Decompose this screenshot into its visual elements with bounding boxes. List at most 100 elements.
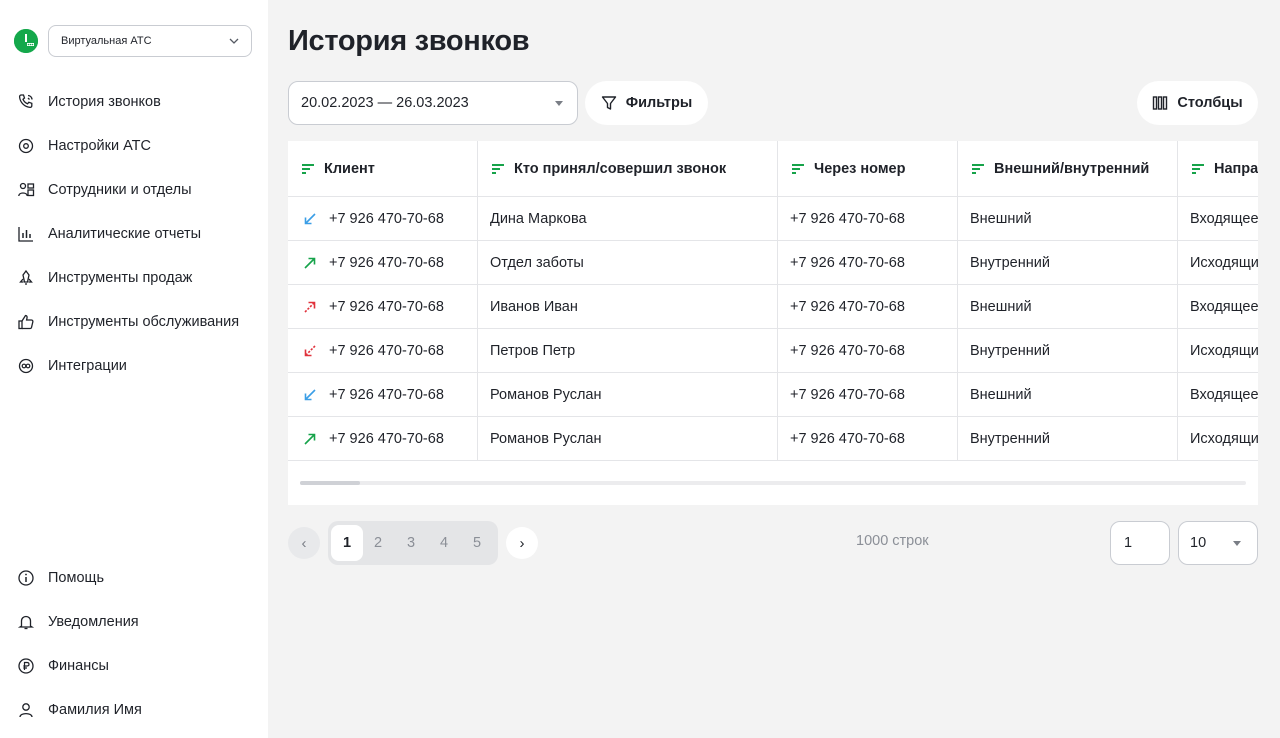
sidebar-item-label: Инструменты обслуживания <box>48 314 240 330</box>
cell-type: Внутренний <box>958 329 1178 372</box>
prev-page-button[interactable]: ‹ <box>288 527 320 559</box>
brand-logo-icon <box>14 29 38 53</box>
incoming-call-icon <box>302 387 318 403</box>
table-row[interactable]: +7 926 470-70-68 Иванов Иван +7 926 470-… <box>288 285 1258 329</box>
sidebar-item-help[interactable]: Помощь <box>16 556 256 600</box>
sidebar-item-label: История звонков <box>48 94 161 110</box>
column-header-label: Клиент <box>324 160 375 177</box>
sidebar-item-label: Инструменты продаж <box>48 270 193 286</box>
cell-direction: Входящее <box>1190 210 1258 227</box>
cell-operator: Отдел заботы <box>478 241 778 284</box>
sidebar-item-finance[interactable]: Финансы <box>16 644 256 688</box>
filters-button[interactable]: Фильтры <box>585 81 708 125</box>
cell-direction: Исходящи <box>1190 254 1258 271</box>
date-range-value: 20.02.2023 — 26.03.2023 <box>301 95 469 111</box>
pbx-selector[interactable]: Виртуальная АТС <box>48 25 252 57</box>
table-row[interactable]: +7 926 470-70-68 Романов Руслан +7 926 4… <box>288 417 1258 461</box>
cell-direction: Входящее <box>1190 386 1258 403</box>
table-row[interactable]: +7 926 470-70-68 Отдел заботы +7 926 470… <box>288 241 1258 285</box>
column-header-via-number[interactable]: Через номер <box>778 141 958 196</box>
cell-type: Внутренний <box>958 241 1178 284</box>
column-header-label: Напра <box>1214 160 1258 177</box>
cell-operator: Романов Руслан <box>478 373 778 416</box>
incoming-call-icon <box>302 211 318 227</box>
columns-icon <box>1153 96 1168 110</box>
sidebar-item-notifications[interactable]: Уведомления <box>16 600 256 644</box>
sidebar-item-label: Фамилия Имя <box>48 702 142 718</box>
columns-button[interactable]: Столбцы <box>1137 81 1258 125</box>
cell-via-number: +7 926 470-70-68 <box>778 197 958 240</box>
table-row[interactable]: +7 926 470-70-68 Романов Руслан +7 926 4… <box>288 373 1258 417</box>
cell-type: Внутренний <box>958 417 1178 460</box>
sidebar-item-label: Аналитические отчеты <box>48 226 202 242</box>
next-page-button[interactable]: › <box>506 527 538 559</box>
settings-gear-icon <box>16 136 36 156</box>
table-row[interactable]: +7 926 470-70-68 Петров Петр +7 926 470-… <box>288 329 1258 373</box>
cell-direction: Входящее <box>1190 298 1258 315</box>
users-icon <box>16 180 36 200</box>
sidebar-item-label: Помощь <box>48 570 105 586</box>
date-range-select[interactable]: 20.02.2023 — 26.03.2023 <box>288 81 578 125</box>
bell-icon <box>16 612 36 632</box>
cell-client: +7 926 470-70-68 <box>288 197 478 240</box>
page-button-1[interactable]: 1 <box>331 525 363 561</box>
user-icon <box>16 700 36 720</box>
rows-per-page-value: 10 <box>1190 535 1207 551</box>
column-header-operator[interactable]: Кто принял/совершил звонок <box>478 141 778 196</box>
sidebar-item-profile[interactable]: Фамилия Имя <box>16 688 256 732</box>
sidebar-item-integrations[interactable]: Интеграции <box>16 344 256 388</box>
phone-history-icon <box>16 92 36 112</box>
cell-via-number: +7 926 470-70-68 <box>778 285 958 328</box>
scrollbar-thumb[interactable] <box>300 481 360 485</box>
sidebar-item-call-history[interactable]: История звонков <box>16 80 256 124</box>
cell-via-number: +7 926 470-70-68 <box>778 373 958 416</box>
page-number-input[interactable]: 1 <box>1110 521 1170 565</box>
sort-icon <box>1192 163 1204 174</box>
sidebar-item-analytics[interactable]: Аналитические отчеты <box>16 212 256 256</box>
sidebar-item-pbx-settings[interactable]: Настройки АТС <box>16 124 256 168</box>
sidebar-nav-bottom: Помощь Уведомления Финансы Фамилия Имя <box>16 556 256 732</box>
chevron-right-icon: › <box>519 534 525 552</box>
page-button-3[interactable]: 3 <box>395 525 427 561</box>
cell-via-number: +7 926 470-70-68 <box>778 417 958 460</box>
info-circle-icon <box>16 568 36 588</box>
page-button-4[interactable]: 4 <box>428 525 460 561</box>
sidebar-item-label: Интеграции <box>48 358 127 374</box>
cell-client: +7 926 470-70-68 <box>288 329 478 372</box>
pbx-selector-label: Виртуальная АТС <box>61 35 152 47</box>
client-phone: +7 926 470-70-68 <box>329 298 444 315</box>
missed-incoming-call-icon <box>302 343 318 359</box>
page-button-5[interactable]: 5 <box>461 525 493 561</box>
page-button-2[interactable]: 2 <box>362 525 394 561</box>
cell-direction: Исходящи <box>1190 342 1258 359</box>
caret-down-icon <box>1233 540 1241 546</box>
column-header-label: Внешний/внутренний <box>994 160 1150 177</box>
filters-button-label: Фильтры <box>625 95 693 111</box>
caret-down-icon <box>555 100 563 106</box>
rows-per-page-select[interactable]: 10 <box>1178 521 1258 565</box>
column-header-type[interactable]: Внешний/внутренний <box>958 141 1178 196</box>
cell-operator: Иванов Иван <box>478 285 778 328</box>
sidebar-item-service-tools[interactable]: Инструменты обслуживания <box>16 300 256 344</box>
sidebar-item-sales-tools[interactable]: Инструменты продаж <box>16 256 256 300</box>
main-content: История звонков 20.02.2023 — 26.03.2023 … <box>268 0 1280 738</box>
sidebar-nav-main: История звонков Настройки АТС Сотрудники… <box>16 80 256 388</box>
integrations-icon <box>16 356 36 376</box>
page-number-value: 1 <box>1124 535 1133 551</box>
outgoing-call-icon <box>302 255 318 271</box>
cell-client: +7 926 470-70-68 <box>288 285 478 328</box>
table-row[interactable]: +7 926 470-70-68 Дина Маркова +7 926 470… <box>288 197 1258 241</box>
horizontal-scrollbar[interactable] <box>300 481 1246 485</box>
outgoing-call-icon <box>302 431 318 447</box>
cell-operator: Дина Маркова <box>478 197 778 240</box>
sidebar-item-label: Сотрудники и отделы <box>48 182 192 198</box>
table-viewport: Клиент Кто принял/совершил звонок Через … <box>288 141 1258 461</box>
sidebar-item-employees[interactable]: Сотрудники и отделы <box>16 168 256 212</box>
chevron-down-icon <box>229 35 239 47</box>
cell-operator: Петров Петр <box>478 329 778 372</box>
sales-tools-icon <box>16 268 36 288</box>
page-title: История звонков <box>288 25 530 57</box>
sidebar-item-label: Настройки АТС <box>48 138 151 154</box>
column-header-direction[interactable]: Напра <box>1178 141 1258 196</box>
column-header-client[interactable]: Клиент <box>288 141 478 196</box>
